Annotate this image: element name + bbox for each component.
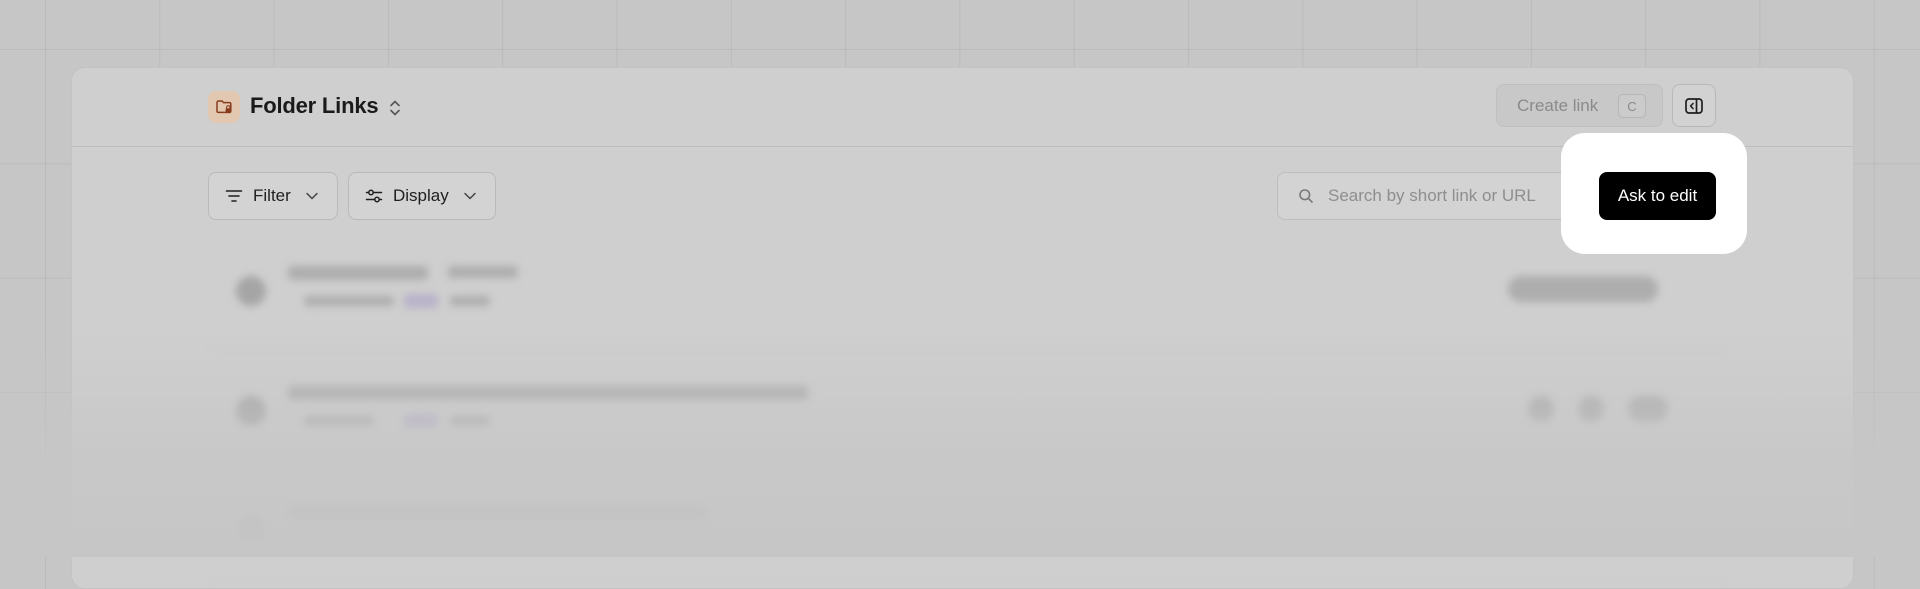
folder-lock-icon — [216, 100, 232, 114]
shortcut-badge: C — [1618, 94, 1646, 118]
search-input[interactable] — [1326, 185, 1570, 207]
sidebar-toggle-button[interactable] — [1672, 84, 1716, 127]
folder-switcher[interactable] — [387, 97, 403, 119]
create-link-label: Create link — [1517, 95, 1599, 115]
list-item — [208, 358, 1728, 467]
sidebar-toggle-icon — [1685, 97, 1703, 114]
filter-label: Filter — [253, 186, 291, 205]
search-field[interactable] — [1277, 172, 1590, 220]
filter-lines-icon — [225, 190, 243, 202]
filter-button[interactable]: Filter — [208, 172, 338, 220]
create-link-button[interactable]: Create link C — [1496, 84, 1663, 127]
display-button[interactable]: Display — [348, 172, 496, 220]
folder-badge — [208, 91, 240, 123]
list-item — [208, 478, 1728, 587]
chevron-down-icon — [306, 192, 318, 200]
chevron-down-icon — [464, 192, 476, 200]
page-title: Folder Links — [250, 93, 379, 118]
sliders-icon — [365, 189, 383, 203]
search-icon — [1299, 189, 1313, 203]
list-item — [208, 238, 1728, 347]
display-label: Display — [393, 186, 449, 205]
chevron-up-down-icon — [390, 100, 400, 116]
ask-to-edit-button[interactable]: Ask to edit — [1599, 172, 1716, 220]
